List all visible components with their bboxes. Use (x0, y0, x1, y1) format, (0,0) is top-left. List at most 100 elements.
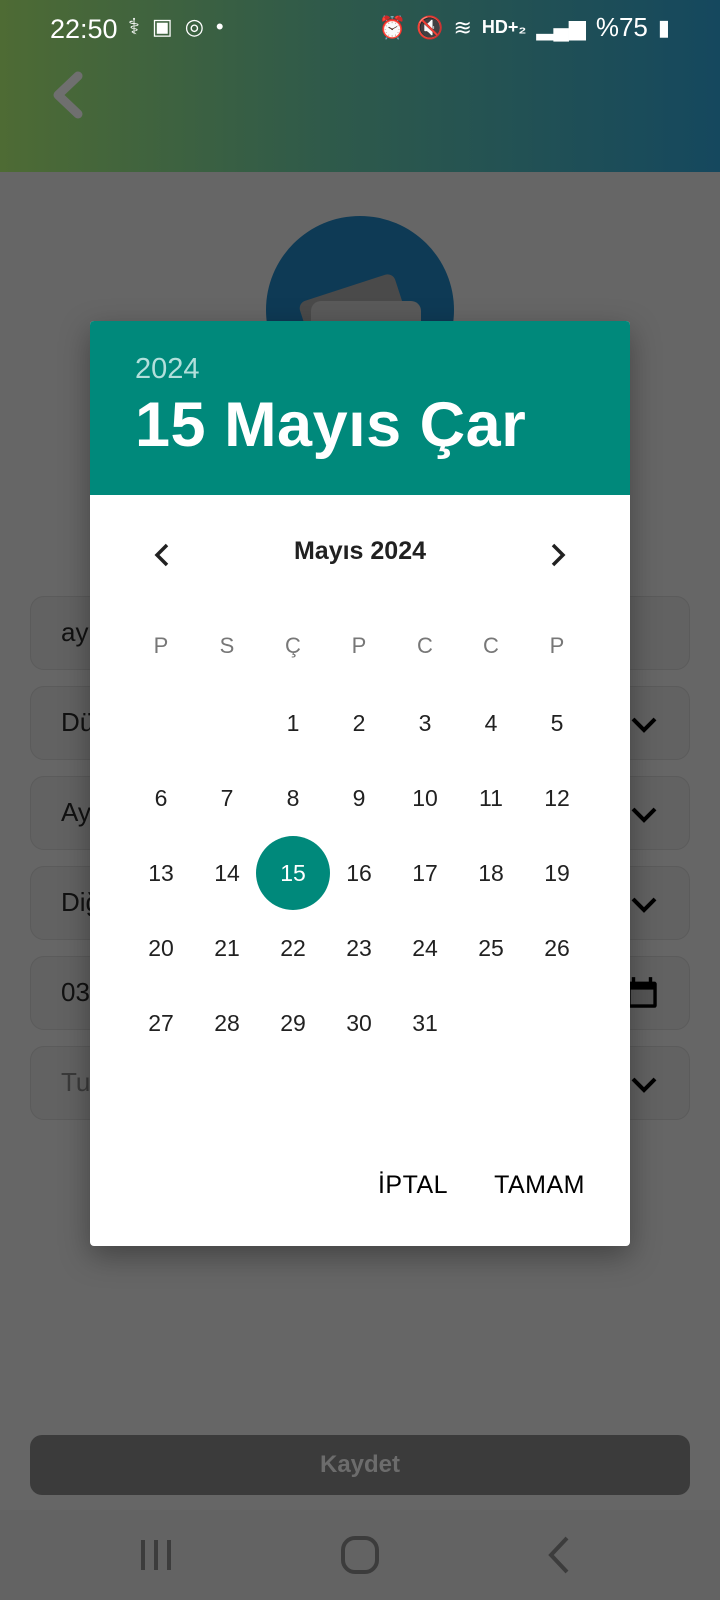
calendar-week: 6 7 8 9 10 11 12 (128, 761, 590, 836)
day-cell[interactable]: 11 (458, 761, 524, 836)
day-cell[interactable]: 20 (128, 911, 194, 986)
day-cell[interactable]: 28 (194, 986, 260, 1061)
app-notification-icon: ▣ (151, 14, 173, 39)
more-dot-icon: • (215, 14, 224, 39)
year-label[interactable]: 2024 (135, 353, 200, 386)
day-label: 22 (280, 935, 306, 961)
day-cell[interactable]: 13 (128, 836, 194, 911)
day-cell[interactable]: 6 (128, 761, 194, 836)
day-label: 15 (280, 860, 306, 886)
chevron-down-icon (631, 807, 657, 823)
empty-day-cell (524, 986, 590, 1061)
empty-day-cell (458, 986, 524, 1061)
day-cell[interactable]: 4 (458, 686, 524, 761)
system-nav-bar (0, 1510, 720, 1600)
calendar-grid: 1 2 3 4 5 6 7 8 9 10 11 12 13 14 15 16 17 18 19 20 21 22 23 24 2… (128, 686, 590, 1061)
day-cell[interactable]: 17 (392, 836, 458, 911)
day-label: 24 (412, 935, 438, 961)
day-label: 9 (352, 785, 366, 811)
day-label: 10 (412, 785, 438, 811)
calendar-week: 27 28 29 30 31 (128, 986, 590, 1061)
day-cell[interactable]: 21 (194, 911, 260, 986)
save-button[interactable]: Kaydet (30, 1435, 690, 1495)
weekday-label: Ç (285, 633, 301, 658)
weekday-label: P (351, 633, 367, 658)
date-picker-header: 2024 15 Mayıs Çar (90, 321, 630, 495)
ok-button[interactable]: TAMAM (494, 1171, 585, 1200)
day-cell[interactable]: 5 (524, 686, 590, 761)
cancel-button[interactable]: İPTAL (378, 1171, 448, 1200)
network-type: HD+₂ (481, 17, 527, 37)
weekday-label: S (219, 633, 235, 658)
day-label: 13 (148, 860, 174, 886)
day-label: 17 (412, 860, 438, 886)
back-arrow-icon[interactable] (48, 70, 88, 120)
day-cell[interactable]: 29 (260, 986, 326, 1061)
day-cell[interactable]: 1 (260, 686, 326, 761)
day-cell[interactable]: 14 (194, 836, 260, 911)
calendar-icon[interactable] (625, 975, 659, 1011)
day-cell[interactable]: 2 (326, 686, 392, 761)
day-label: 8 (286, 785, 300, 811)
day-label: 18 (478, 860, 504, 886)
weekday-label: P (153, 633, 169, 658)
day-cell[interactable]: 7 (194, 761, 260, 836)
day-label: 26 (544, 935, 570, 961)
month-navigation: Mayıs 2024 (90, 531, 630, 581)
day-label: 25 (478, 935, 504, 961)
day-cell[interactable]: 16 (326, 836, 392, 911)
day-cell[interactable]: 30 (326, 986, 392, 1061)
day-label: 2 (352, 710, 366, 736)
weekday-label: P (549, 633, 565, 658)
empty-day-cell (128, 686, 194, 761)
calendar-week: 13 14 15 16 17 18 19 (128, 836, 590, 911)
day-cell[interactable]: 8 (260, 761, 326, 836)
battery-icon: ▮ (657, 14, 670, 40)
day-cell[interactable]: 24 (392, 911, 458, 986)
day-label: 6 (154, 785, 168, 811)
selected-date-label: 15 Mayıs Çar (135, 390, 527, 460)
dialog-actions: İPTAL TAMAM (378, 1171, 585, 1200)
day-cell[interactable]: 23 (326, 911, 392, 986)
day-label: 14 (214, 860, 240, 886)
day-label: 29 (280, 1010, 306, 1036)
day-cell[interactable]: 19 (524, 836, 590, 911)
day-cell-selected[interactable]: 15 (256, 836, 330, 911)
day-cell[interactable]: 3 (392, 686, 458, 761)
wifi-icon: ≋ (453, 14, 472, 40)
day-label: 1 (286, 710, 300, 736)
day-cell[interactable]: 27 (128, 986, 194, 1061)
chevron-right-icon[interactable] (540, 537, 576, 573)
header-bar: 22:50 ⚕ ▣ ◎ • ⏰ 🔇 ≋ HD+₂ ▂▄▆ %75 ▮ (0, 0, 720, 172)
day-cell[interactable]: 22 (260, 911, 326, 986)
calendar-week: 1 2 3 4 5 (128, 686, 590, 761)
notification-icons: ⚕ ▣ ◎ • (128, 14, 224, 40)
day-label: 27 (148, 1010, 174, 1036)
date-picker-dialog: 2024 15 Mayıs Çar Mayıs 2024 P S Ç P C C… (90, 321, 630, 1246)
mute-icon: 🔇 (416, 14, 444, 40)
back-icon[interactable] (535, 1530, 585, 1580)
day-cell[interactable]: 10 (392, 761, 458, 836)
day-label: 19 (544, 860, 570, 886)
day-cell[interactable]: 12 (524, 761, 590, 836)
battery-percent: %75 (595, 12, 648, 42)
home-icon[interactable] (335, 1530, 385, 1580)
day-label: 21 (214, 935, 240, 961)
day-cell[interactable]: 9 (326, 761, 392, 836)
day-cell[interactable]: 31 (392, 986, 458, 1061)
weekday-header: P S Ç P C C P (128, 633, 590, 669)
recents-icon[interactable] (131, 1530, 181, 1580)
day-label: 20 (148, 935, 174, 961)
day-label: 4 (484, 710, 498, 736)
chevron-down-icon (631, 1077, 657, 1093)
chevron-down-icon (631, 897, 657, 913)
instagram-icon: ◎ (184, 14, 204, 39)
day-label: 16 (346, 860, 372, 886)
day-label: 30 (346, 1010, 372, 1036)
day-cell[interactable]: 25 (458, 911, 524, 986)
day-label: 12 (544, 785, 570, 811)
day-cell[interactable]: 18 (458, 836, 524, 911)
day-cell[interactable]: 26 (524, 911, 590, 986)
day-label: 23 (346, 935, 372, 961)
medical-app-icon: ⚕ (128, 14, 140, 39)
